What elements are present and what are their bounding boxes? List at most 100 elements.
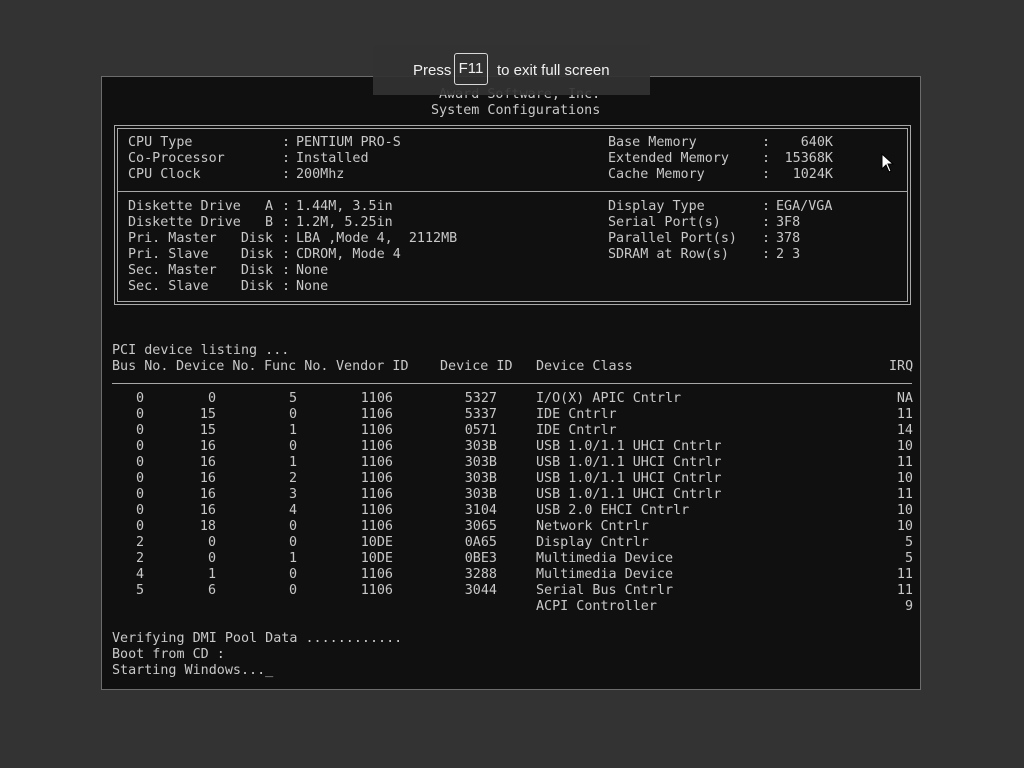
config-label: Diskette Drive B <box>128 215 274 230</box>
pci-cell-class: Multimedia Device <box>536 567 674 582</box>
pci-cell-class: I/O(X) APIC Cntrlr <box>536 391 682 406</box>
config-value: 640K <box>800 135 833 150</box>
pci-cell-class: USB 1.0/1.1 UHCI Cntrlr <box>536 455 722 470</box>
pci-cell-device_id: 0BE3 <box>464 551 497 566</box>
pci-cell-bus: 2 <box>135 535 144 550</box>
pci-divider <box>112 383 912 384</box>
pci-header-bus: Bus No. <box>112 359 169 374</box>
pci-cell-irq: 10 <box>896 439 913 454</box>
pci-cell-device_id: 3065 <box>464 519 497 534</box>
pci-cell-device_id: 303B <box>464 471 497 486</box>
pci-cell-vendor: 1106 <box>360 487 393 502</box>
pci-cell-device: 0 <box>207 391 216 406</box>
pci-cell-vendor: 1106 <box>360 391 393 406</box>
pci-cell-bus: 0 <box>135 503 144 518</box>
pci-cell-vendor: 1106 <box>360 503 393 518</box>
pci-cell-device_id: 303B <box>464 439 497 454</box>
pci-cell-irq: 5 <box>904 535 913 550</box>
config-colon: : <box>762 135 771 150</box>
config-label: Sec. Slave Disk <box>128 279 274 294</box>
pci-cell-func: 0 <box>288 407 297 422</box>
config-value: CDROM, Mode 4 <box>296 247 401 262</box>
pci-cell-irq: 14 <box>896 423 913 438</box>
pci-cell-class: USB 1.0/1.1 UHCI Cntrlr <box>536 471 722 486</box>
pci-cell-class: ACPI Controller <box>536 599 657 614</box>
config-label: Diskette Drive A <box>128 199 274 214</box>
footer-dmi: Verifying DMI Pool Data ............ <box>112 631 403 646</box>
config-colon: : <box>282 279 291 294</box>
pci-cell-device: 16 <box>199 471 216 486</box>
pci-cell-device: 15 <box>199 423 216 438</box>
pci-cell-device_id: 5337 <box>464 407 497 422</box>
pci-cell-class: USB 1.0/1.1 UHCI Cntrlr <box>536 487 722 502</box>
pci-cell-vendor: 10DE <box>360 551 393 566</box>
pci-cell-vendor: 1106 <box>360 567 393 582</box>
pci-cell-irq: NA <box>896 391 913 406</box>
pci-cell-bus: 2 <box>135 551 144 566</box>
pci-cell-class: IDE Cntrlr <box>536 407 617 422</box>
pci-cell-class: IDE Cntrlr <box>536 423 617 438</box>
pci-cell-irq: 10 <box>896 519 913 534</box>
fullscreen-press-label: Press <box>413 62 452 79</box>
pci-cell-vendor: 1106 <box>360 423 393 438</box>
pci-cell-func: 0 <box>288 519 297 534</box>
pci-cell-device: 15 <box>199 407 216 422</box>
pci-cell-device: 6 <box>207 583 216 598</box>
config-label: Extended Memory <box>608 151 729 166</box>
pci-cell-vendor: 10DE <box>360 535 393 550</box>
pci-cell-device_id: 303B <box>464 455 497 470</box>
pci-cell-device_id: 0A65 <box>464 535 497 550</box>
pci-cell-irq: 11 <box>896 583 913 598</box>
footer-boot: Boot from CD : <box>112 647 225 662</box>
config-label: Display Type <box>608 199 705 214</box>
pci-cell-bus: 0 <box>135 471 144 486</box>
pci-cell-class: USB 1.0/1.1 UHCI Cntrlr <box>536 439 722 454</box>
f11-key[interactable]: F11 <box>454 53 488 85</box>
pci-cell-irq: 11 <box>896 455 913 470</box>
pci-cell-device_id: 3044 <box>464 583 497 598</box>
pci-cell-irq: 11 <box>896 407 913 422</box>
pci-cell-class: Display Cntrlr <box>536 535 649 550</box>
config-value: PENTIUM PRO-S <box>296 135 401 150</box>
pci-cell-device_id: 3104 <box>464 503 497 518</box>
fullscreen-rest-label: to exit full screen <box>497 62 610 79</box>
pci-cell-vendor: 1106 <box>360 471 393 486</box>
config-value: 378 <box>776 231 801 246</box>
pci-header-irq: IRQ <box>889 359 914 374</box>
pci-title: PCI device listing ... <box>112 343 290 358</box>
config-label: Sec. Master Disk <box>128 263 274 278</box>
pci-cell-device: 0 <box>207 551 216 566</box>
footer-starting: Starting Windows..._ <box>112 663 274 678</box>
pci-cell-func: 0 <box>288 535 297 550</box>
pci-cell-func: 0 <box>288 439 297 454</box>
pci-cell-bus: 4 <box>135 567 144 582</box>
pci-cell-bus: 0 <box>135 423 144 438</box>
config-label: Pri. Master Disk <box>128 231 274 246</box>
pci-cell-device_id: 303B <box>464 487 497 502</box>
config-colon: : <box>282 231 291 246</box>
pci-cell-vendor: 1106 <box>360 439 393 454</box>
pci-cell-device_id: 5327 <box>464 391 497 406</box>
pci-cell-class: Network Cntrlr <box>536 519 649 534</box>
config-colon: : <box>282 135 291 150</box>
mouse-pointer-icon <box>881 153 895 173</box>
pci-cell-device_id: 3288 <box>464 567 497 582</box>
config-label: Co-Processor <box>128 151 225 166</box>
config-value: 2 3 <box>776 247 801 262</box>
config-colon: : <box>282 151 291 166</box>
config-value: None <box>296 263 329 278</box>
pci-header-device-id: Device ID <box>440 359 513 374</box>
pci-cell-func: 1 <box>288 423 297 438</box>
pci-cell-vendor: 1106 <box>360 407 393 422</box>
pci-header-class: Device Class <box>536 359 633 374</box>
config-colon: : <box>762 247 771 262</box>
config-colon: : <box>762 167 771 182</box>
config-colon: : <box>282 247 291 262</box>
pci-cell-bus: 0 <box>135 519 144 534</box>
pci-cell-vendor: 1106 <box>360 519 393 534</box>
pci-cell-device: 1 <box>207 567 216 582</box>
pci-cell-func: 1 <box>288 551 297 566</box>
config-value: 1.2M, 5.25in <box>296 215 393 230</box>
pci-cell-device: 16 <box>199 503 216 518</box>
config-label: Parallel Port(s) <box>608 231 737 246</box>
